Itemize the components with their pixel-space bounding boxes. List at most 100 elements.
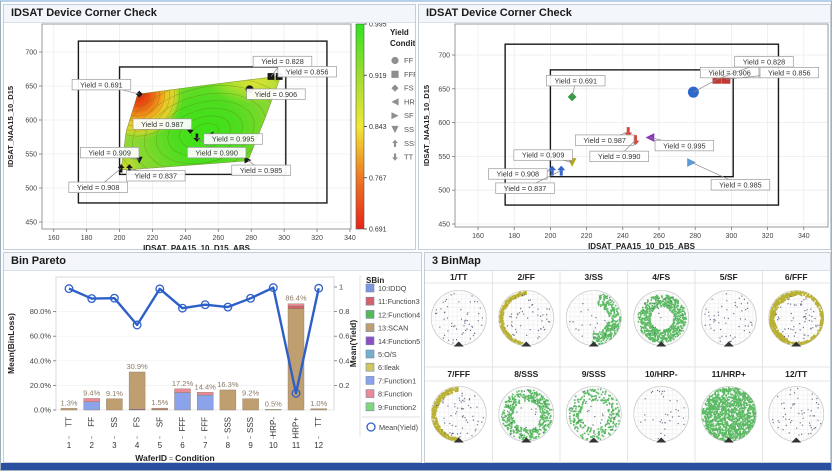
sbin-label[interactable]: 9:Function2 [378,403,416,412]
yield-point-SF[interactable] [687,158,696,167]
panel-title-text: 3 BinMap [432,255,481,267]
svg-text:500: 500 [25,186,37,193]
condition-label: FFF [201,417,210,432]
svg-text:450: 450 [438,222,450,229]
panel-title-bin-pareto: Bin Pareto [4,253,421,271]
wafer-id-label: 12 [314,441,323,450]
wafer-label: 10/HRP- [645,369,678,379]
pareto-bar-wafer-1[interactable] [61,408,77,410]
sbin-swatch-13:SCAN[interactable] [366,324,374,332]
corner-scatter-chart[interactable]: 1601802002202402602803003203404505005506… [419,23,830,250]
window-bottom-bar [1,463,831,470]
sbin-swatch-5:O/S[interactable] [366,350,374,358]
pareto-bar-wafer-8[interactable] [220,390,236,410]
svg-text:Yield = 0.985: Yield = 0.985 [719,180,762,189]
pareto-bar-wafer-10[interactable] [265,409,281,410]
sbin-swatch-7:Function1[interactable] [366,376,374,384]
pareto-bar-wafer-4[interactable] [129,372,145,410]
pareto-bar-wafer-6[interactable] [175,389,191,410]
sbin-label[interactable]: 10:IDDQ [378,284,407,293]
bin-pareto-chart[interactable]: 0.0%20.0%40.0%60.0%80.0%0.20.40.60.811.3… [4,271,421,463]
sbin-swatch-6:Ileak[interactable] [366,363,374,371]
sbin-label[interactable]: 8:Function [378,390,412,399]
sbin-label[interactable]: 7:Function1 [378,376,416,385]
legend-item-FS[interactable]: FS [404,84,414,93]
svg-text:220: 220 [147,235,159,242]
wafer-map-8/SSS[interactable] [499,387,554,443]
legend-marker-FF[interactable] [391,57,398,64]
svg-text:700: 700 [438,53,450,60]
svg-text:Yield = 0.909: Yield = 0.909 [88,148,131,157]
y-axis-label: IDSAT_NAA15_10_D15 [422,85,431,166]
dashboard: IDSAT Device Corner Check 16018020022024… [0,0,832,471]
svg-text:340: 340 [344,235,356,242]
legend-marker-FS[interactable] [391,85,398,92]
wafer-map-10/HRP-[interactable] [634,387,689,443]
legend-marker-SSS[interactable] [392,140,398,147]
yield-point-FFF[interactable] [268,73,275,80]
legend-marker-TT[interactable] [392,154,398,161]
sbin-swatch-9:Function2[interactable] [366,403,374,411]
wafer-map-3/SS[interactable] [566,291,621,347]
sbin-label[interactable]: 6:Ileak [378,363,400,372]
wafer-map-7/FFF[interactable] [431,387,486,444]
wafer-map-9/SSS[interactable] [566,387,621,443]
sbin-swatch-8:Function[interactable] [366,390,374,398]
mean-yield-legend-marker[interactable] [367,423,375,431]
svg-text:80.0%: 80.0% [30,307,52,316]
legend-title: Yield [390,28,409,37]
pareto-bar-wafer-7[interactable] [197,392,213,410]
wafer-map-2/FF[interactable] [499,291,554,347]
wafer-map-5/SF[interactable] [701,291,756,347]
wafer-map-11/HRP+[interactable] [701,387,757,443]
legend-marker-FFF[interactable] [391,71,398,78]
bar-value-label: 1.5% [151,398,168,407]
pareto-bar-wafer-9[interactable] [243,399,259,410]
sbin-label[interactable]: 12:Function4 [378,310,420,319]
sbin-label[interactable]: 5:O/S [378,350,397,359]
sbin-label[interactable]: 14:Function5 [378,337,420,346]
legend-item-FF[interactable]: FF [404,56,414,65]
panel-title-text: Bin Pareto [11,255,66,267]
sbin-swatch-12:Function4[interactable] [366,310,374,318]
bin-map-grid[interactable]: 1/TT2/FF3/SS4/FS5/SF6/FFF7/FFF8/SSS9/SSS… [425,271,830,463]
pareto-bar-wafer-5[interactable] [152,408,168,410]
sbin-swatch-14:Function5[interactable] [366,337,374,345]
legend-title: Condition [390,39,415,48]
condition-label: TT [65,417,74,427]
svg-text:700: 700 [25,50,37,57]
legend-item-SSS[interactable]: SSS [404,139,415,148]
condition-label: HRP+ [292,417,301,439]
mean-yield-legend-label[interactable]: Mean(Yield) [379,423,418,432]
corner-contour-chart[interactable]: 1601802002202402602803003203404505005506… [4,23,415,250]
wafer-map-6/FFF[interactable] [769,291,825,347]
sbin-swatch-11:Function3[interactable] [366,297,374,305]
pareto-bar-wafer-3[interactable] [106,399,122,410]
svg-text:280: 280 [689,233,701,240]
y-axis-label-left: Mean(BinLoss) [6,313,16,374]
wafer-map-12/TT[interactable] [769,387,824,443]
legend-item-SS[interactable]: SS [404,125,414,134]
sbin-label[interactable]: 13:SCAN [378,324,408,333]
pareto-bar-wafer-12[interactable] [311,409,327,410]
wafer-map-4/FS[interactable] [634,291,689,347]
wafer-map-1/TT[interactable] [431,291,486,347]
svg-text:180: 180 [508,233,520,240]
legend-marker-SS[interactable] [391,126,398,133]
sbin-label[interactable]: 11:Function3 [378,297,420,306]
condition-label: FF [87,417,96,427]
yield-point-HRP-[interactable] [646,133,655,142]
yield-point-SSS[interactable] [557,166,565,176]
bar-value-label: 16.3% [217,380,239,389]
legend-item-HRP-[interactable]: HRP- [404,97,415,106]
wafer-label: 11/HRP+ [712,369,746,379]
wafer-id-label: 9 [248,441,253,450]
sbin-swatch-10:IDDQ[interactable] [366,284,374,292]
legend-item-SF[interactable]: SF [404,111,414,120]
legend-marker-HRP-[interactable] [391,98,398,105]
panel-bin-pareto: Bin Pareto 0.0%20.0%40.0%60.0%80.0%0.20.… [3,252,422,463]
legend-marker-SF[interactable] [391,112,398,119]
pareto-bar-wafer-2[interactable] [84,398,100,410]
legend-item-FFF[interactable]: FFF [404,70,415,79]
legend-item-TT[interactable]: TT [404,153,414,162]
